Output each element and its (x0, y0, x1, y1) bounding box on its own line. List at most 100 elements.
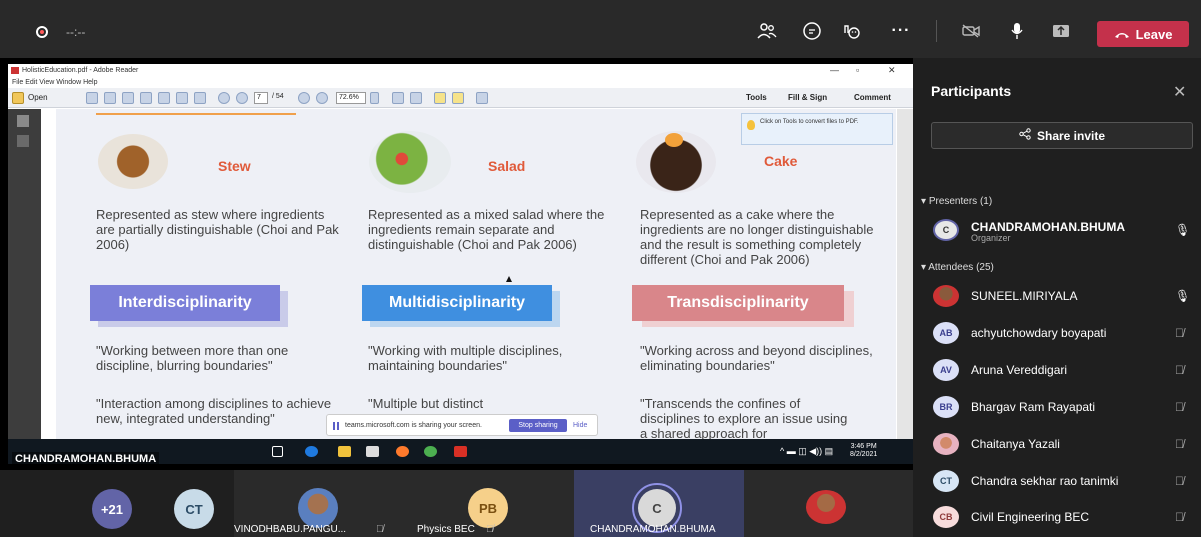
reader-title-bar: HolisticEducation.pdf - Adobe Reader — ▫… (8, 64, 913, 77)
share-invite-button[interactable]: Share invite (931, 122, 1193, 149)
maximize-icon[interactable]: ▫ (856, 64, 859, 77)
convert-icon[interactable] (104, 92, 116, 104)
store-icon[interactable] (366, 446, 379, 457)
fit-page-icon[interactable] (410, 92, 422, 104)
phone-hangup-icon (1114, 27, 1130, 42)
clock-time: 3:46 PM (850, 443, 877, 450)
system-tray[interactable]: ^ ▬ ◫ ◀)) ▤ (780, 446, 833, 457)
reader-scrollbar[interactable] (897, 109, 913, 439)
tile-name: CHANDRAMOHAN.BHUMA (590, 524, 716, 535)
tools-tab[interactable]: Tools (746, 93, 767, 102)
sign-icon[interactable] (476, 92, 488, 104)
open-button[interactable]: Open (28, 93, 48, 102)
participant-row[interactable]: AV Aruna Vereddigari 🎙̸ (931, 355, 1193, 385)
participants-icon[interactable] (756, 20, 778, 42)
zoom-in-icon[interactable] (316, 92, 328, 104)
participant-row[interactable]: CB Civil Engineering BEC 🎙̸ (931, 502, 1193, 532)
participant-name: Bhargav Ram Rayapati (971, 400, 1096, 414)
fit-width-icon[interactable] (392, 92, 404, 104)
more-icon[interactable]: ··· (890, 20, 912, 42)
tile-avatar: C (638, 489, 676, 527)
close-icon[interactable]: ✕ (1173, 82, 1186, 102)
zoom-select[interactable]: 72.6% (336, 92, 366, 104)
email-icon[interactable] (194, 92, 206, 104)
camera-off-icon[interactable] (960, 20, 982, 42)
presenters-header-label: Presenters (1) (928, 196, 993, 207)
chat-icon[interactable] (801, 20, 823, 42)
taskbar-clock[interactable]: 3:46 PM 8/2/2021 (850, 443, 877, 459)
firefox-icon[interactable] (396, 446, 409, 457)
print-icon[interactable] (176, 92, 188, 104)
comment-tab[interactable]: Comment (854, 93, 891, 102)
participant-avatar: CB (933, 506, 959, 528)
hide-banner-button[interactable]: Hide (573, 422, 587, 429)
participant-tile[interactable]: VINODHBABU.PANGU... 🎙̸ (234, 470, 404, 537)
leave-label: Leave (1135, 26, 1173, 42)
reader-menu-bar[interactable]: File Edit View Window Help (8, 77, 913, 88)
tile-avatar: PB (468, 488, 508, 528)
page-up-icon[interactable] (218, 92, 230, 104)
file-explorer-icon[interactable] (338, 446, 351, 457)
close-icon[interactable]: ✕ (888, 64, 896, 77)
mic-off-icon: 🎙̸ (1175, 510, 1184, 524)
participant-row[interactable]: BR Bhargav Ram Rayapati 🎙̸ (931, 392, 1193, 422)
mic-icon[interactable] (1006, 20, 1028, 42)
tile-photo (298, 488, 338, 528)
mic-off-icon: 🎙̸ (1175, 363, 1184, 377)
leave-button[interactable]: Leave (1097, 21, 1189, 47)
participant-row[interactable]: AB achyutchowdary boyapati 🎙̸ (931, 318, 1193, 348)
participant-row[interactable]: C CHANDRAMOHAN.BHUMA Organizer 🎙 (931, 215, 1193, 245)
participant-row[interactable]: CT Chandra sekhar rao tanimki 🎙̸ (931, 466, 1193, 496)
page-number-input[interactable]: 7 (254, 92, 268, 104)
page-down-icon[interactable] (236, 92, 248, 104)
zoom-out-icon[interactable] (298, 92, 310, 104)
share-icon (1019, 128, 1031, 143)
participant-row[interactable]: Chaitanya Yazali 🎙̸ (931, 429, 1193, 459)
minimize-icon[interactable]: — (830, 64, 839, 77)
cloud-icon[interactable] (140, 92, 152, 104)
stew-image (98, 134, 168, 189)
edit-icon[interactable] (122, 92, 134, 104)
fill-sign-tab[interactable]: Fill & Sign (788, 93, 827, 102)
open-folder-icon[interactable] (12, 92, 24, 104)
stop-sharing-button[interactable]: Stop sharing (509, 419, 567, 432)
create-pdf-icon[interactable] (86, 92, 98, 104)
mic-on-icon: 🎙 (1175, 289, 1191, 303)
drag-handle-icon[interactable] (333, 422, 339, 430)
participant-tile[interactable]: PB Physics BEC 🎙̸ (404, 470, 574, 537)
acrobat-icon[interactable] (454, 446, 467, 457)
page-total: / 54 (272, 93, 284, 100)
chrome-icon[interactable] (424, 446, 437, 457)
reactions-icon[interactable] (840, 20, 862, 42)
participant-name: CHANDRAMOHAN.BHUMA (971, 220, 1125, 234)
quote-trans-2: "Transcends the confines of disciplines … (640, 396, 848, 439)
participant-tile-active[interactable]: C CHANDRAMOHAN.BHUMA (574, 470, 744, 537)
task-view-icon[interactable] (272, 446, 283, 457)
overflow-tile[interactable]: +21 (80, 470, 156, 537)
save-icon[interactable] (158, 92, 170, 104)
tile-name: Physics BEC (417, 524, 475, 535)
reader-toolbar: Open 7 / 54 72.6% Tools Fill & Sign Comm… (8, 88, 913, 108)
quote-multi-2: "Multiple but distinct (368, 396, 484, 411)
share-tray-icon[interactable] (1050, 20, 1072, 42)
cake-topping (665, 133, 683, 147)
participant-tile[interactable] (744, 470, 913, 537)
presenters-header[interactable]: ▾ Presenters (1) (921, 196, 992, 207)
participant-avatar: C (933, 219, 959, 241)
participant-row[interactable]: SUNEEL.MIRIYALA 🎙 (931, 281, 1193, 311)
mic-on-icon: 🎙 (1175, 223, 1191, 237)
clock-date: 8/2/2021 (850, 451, 878, 458)
participant-name: achyutchowdary boyapati (971, 326, 1107, 340)
meeting-toolbar: --:-- ··· Leave (0, 0, 1201, 58)
zoom-dropdown-icon[interactable] (370, 92, 379, 104)
participant-tile[interactable]: CT (156, 470, 234, 537)
highlight-icon[interactable] (452, 92, 464, 104)
tools-tip[interactable]: Click on Tools to convert files to PDF. (741, 113, 893, 145)
sticky-note-icon[interactable] (434, 92, 446, 104)
attendees-header[interactable]: ▾ Attendees (25) (921, 262, 994, 273)
attachments-icon[interactable] (17, 135, 29, 147)
pdf-icon (11, 67, 19, 74)
edge-icon[interactable] (305, 446, 318, 457)
pages-panel-icon[interactable] (17, 115, 29, 127)
band-interdisciplinarity: Interdisciplinarity (90, 285, 280, 321)
